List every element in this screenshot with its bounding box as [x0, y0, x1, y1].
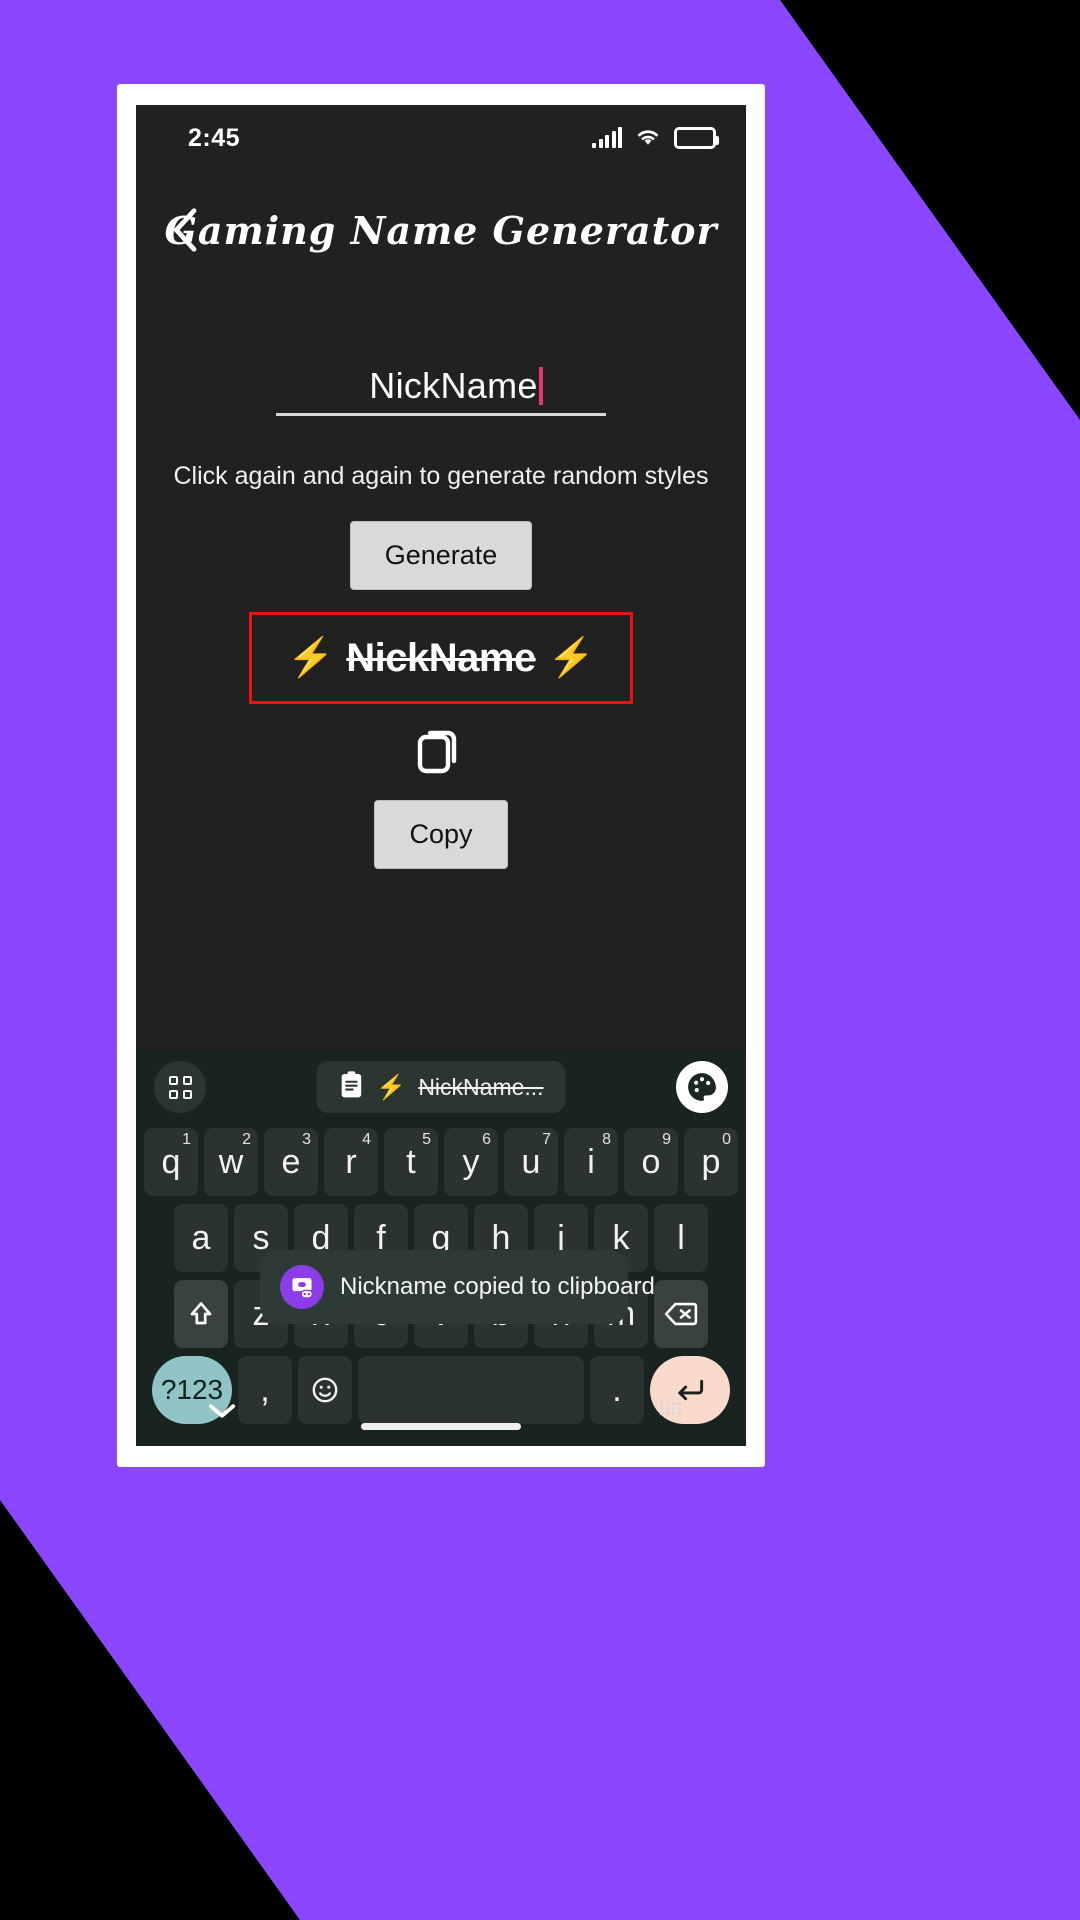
key-sup: 1: [182, 1131, 191, 1148]
key-u[interactable]: 7u: [504, 1128, 558, 1196]
generated-name-text: NickName: [346, 635, 536, 680]
key-sup: 8: [602, 1131, 611, 1148]
back-chevron-icon[interactable]: [166, 206, 206, 254]
page-title: Gaming Name Generator: [164, 207, 718, 253]
text-caret: [538, 367, 543, 405]
grid-apps-icon[interactable]: [154, 1061, 206, 1113]
virtual-keyboard: ⚡ NickName... 1q 2w 3 e 4 r 5 t 6 y 7 u …: [136, 1050, 746, 1446]
generate-button[interactable]: Generate: [349, 521, 533, 590]
key-label: i: [587, 1142, 595, 1181]
copy-duplicate-icon[interactable]: [413, 722, 469, 778]
key-sup: 5: [422, 1131, 431, 1148]
keyboard-suggestion-bar: ⚡ NickName...: [136, 1050, 746, 1124]
generated-name-box[interactable]: ⚡ NickName ⚡: [249, 612, 633, 704]
key-sup: 4: [362, 1131, 371, 1148]
keyboard-bottom-bar: [136, 1384, 746, 1446]
chevron-down-icon[interactable]: [206, 1396, 238, 1428]
nickname-input[interactable]: NickName: [276, 365, 606, 416]
key-q[interactable]: 1q: [144, 1128, 198, 1196]
key-label: y: [462, 1142, 480, 1181]
status-clock: 2:45: [188, 123, 241, 152]
key-label: t: [406, 1142, 416, 1181]
key-label: o: [641, 1142, 661, 1181]
clipboard-icon: [338, 1070, 364, 1105]
key-label: q: [161, 1142, 181, 1181]
key-l[interactable]: l: [654, 1204, 708, 1272]
key-r[interactable]: 4r: [324, 1128, 378, 1196]
key-label: u: [521, 1142, 541, 1181]
app-bar: Gaming Name Generator: [136, 180, 746, 280]
key-label: p: [701, 1142, 721, 1181]
key-label: w: [218, 1142, 244, 1181]
toast-notification: Nickname copied to clipboard: [260, 1250, 655, 1324]
clip-bolt-icon: ⚡: [376, 1073, 407, 1101]
wifi-icon: [634, 125, 662, 152]
shift-arrow-icon[interactable]: [174, 1280, 228, 1348]
key-t[interactable]: 5t: [384, 1128, 438, 1196]
keyboard-handle-icon[interactable]: [660, 1402, 682, 1415]
key-e[interactable]: 3e: [264, 1128, 318, 1196]
copy-button[interactable]: Copy: [374, 800, 508, 869]
key-sup: 3: [302, 1131, 311, 1148]
bolt-right-icon: ⚡: [547, 637, 596, 679]
gamepad-app-icon: [280, 1265, 324, 1309]
key-sup: 6: [482, 1131, 491, 1148]
key-sup: 2: [242, 1131, 251, 1148]
main-content: NickName Click again and again to genera…: [136, 285, 746, 869]
hint-text: Click again and again to generate random…: [173, 462, 709, 490]
nickname-input-value: NickName: [369, 365, 538, 406]
backspace-icon[interactable]: [654, 1280, 708, 1348]
signal-bars-icon: [592, 127, 622, 148]
palette-icon[interactable]: [676, 1061, 728, 1113]
toast-message: Nickname copied to clipboard: [340, 1273, 655, 1300]
keyboard-row-1: 1q 2w 3e 4r 5t 6y 7u 8i 9o 0p: [142, 1128, 740, 1196]
key-sup: 0: [722, 1131, 731, 1148]
battery-full-icon: [674, 127, 719, 149]
key-label: r: [345, 1142, 357, 1181]
status-icons: [592, 125, 719, 152]
phone-screen: 2:45 Gaming Name Generator NickName Clic…: [136, 105, 746, 1446]
key-a[interactable]: a: [174, 1204, 228, 1272]
clipboard-suggestion-chip[interactable]: ⚡ NickName...: [316, 1061, 566, 1113]
key-sup: 7: [542, 1131, 551, 1148]
screenshot-stage: 2:45 Gaming Name Generator NickName Clic…: [0, 0, 1080, 1920]
key-y[interactable]: 6y: [444, 1128, 498, 1196]
key-sup: 9: [662, 1131, 671, 1148]
key-p[interactable]: 0p: [684, 1128, 738, 1196]
key-w[interactable]: 2w: [204, 1128, 258, 1196]
clip-suggestion-text: NickName...: [418, 1073, 544, 1100]
key-i[interactable]: 8i: [564, 1128, 618, 1196]
home-indicator: [361, 1423, 521, 1430]
key-o[interactable]: 9o: [624, 1128, 678, 1196]
status-bar: 2:45: [136, 105, 746, 171]
key-label: e: [281, 1142, 301, 1181]
bolt-left-icon: ⚡: [286, 637, 335, 679]
